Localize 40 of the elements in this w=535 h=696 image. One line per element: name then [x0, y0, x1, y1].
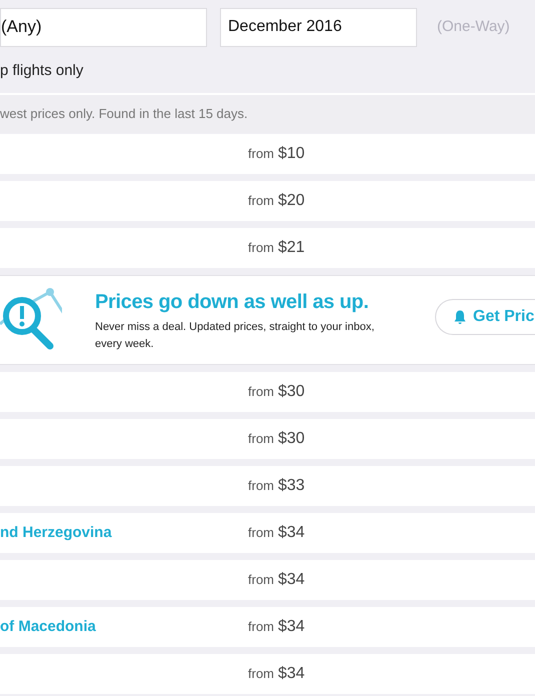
price-prefix: from — [248, 618, 274, 636]
destination-field[interactable]: (Any) — [0, 8, 207, 46]
price: $10 — [278, 144, 305, 164]
result-row[interactable]: from $20 — [0, 181, 535, 221]
price-prefix: from — [248, 145, 274, 163]
price-prefix: from — [248, 571, 274, 589]
notice-text: west prices only. Found in the last 15 days. — [0, 105, 248, 124]
result-row[interactable]: from $21 — [0, 228, 535, 268]
price-prefix: from — [248, 665, 274, 683]
price-prefix: from — [248, 524, 274, 542]
promo-title: Prices go down as well as up. — [95, 290, 370, 315]
result-row[interactable]: from $30 — [0, 372, 535, 412]
price: $30 — [278, 382, 305, 402]
price-prefix: from — [248, 239, 274, 257]
price: $33 — [278, 476, 305, 496]
bell-icon — [454, 310, 466, 324]
promo-text: Never miss a deal. Updated prices, straight to your inbox, every week. — [95, 320, 376, 352]
trip-type-label: (One-Way) — [437, 16, 510, 37]
price: $30 — [278, 429, 305, 449]
price-prefix: from — [248, 430, 274, 448]
result-row[interactable]: from $34 — [0, 654, 535, 694]
result-row[interactable]: from $10 — [0, 134, 535, 174]
result-row[interactable]: from $30 — [0, 419, 535, 459]
price-prefix: from — [248, 192, 274, 210]
price-prefix: from — [248, 477, 274, 495]
price: $34 — [278, 617, 305, 637]
price: $34 — [278, 523, 305, 543]
result-row[interactable]: of Macedonia from $34 — [0, 607, 535, 647]
result-row[interactable]: from $34 — [0, 560, 535, 600]
field-value: December 2016 — [228, 17, 342, 37]
price: $34 — [278, 664, 305, 684]
price: $21 — [278, 238, 305, 258]
result-row[interactable]: from $33 — [0, 466, 535, 506]
price: $34 — [278, 570, 305, 590]
field-value: (Any) — [1, 16, 42, 38]
price-prefix: from — [248, 383, 274, 401]
option-label: p flights only — [0, 60, 84, 81]
price: $20 — [278, 191, 305, 211]
month-field[interactable]: December 2016 — [220, 8, 417, 46]
result-row[interactable]: nd Herzegovina from $34 — [0, 513, 535, 553]
